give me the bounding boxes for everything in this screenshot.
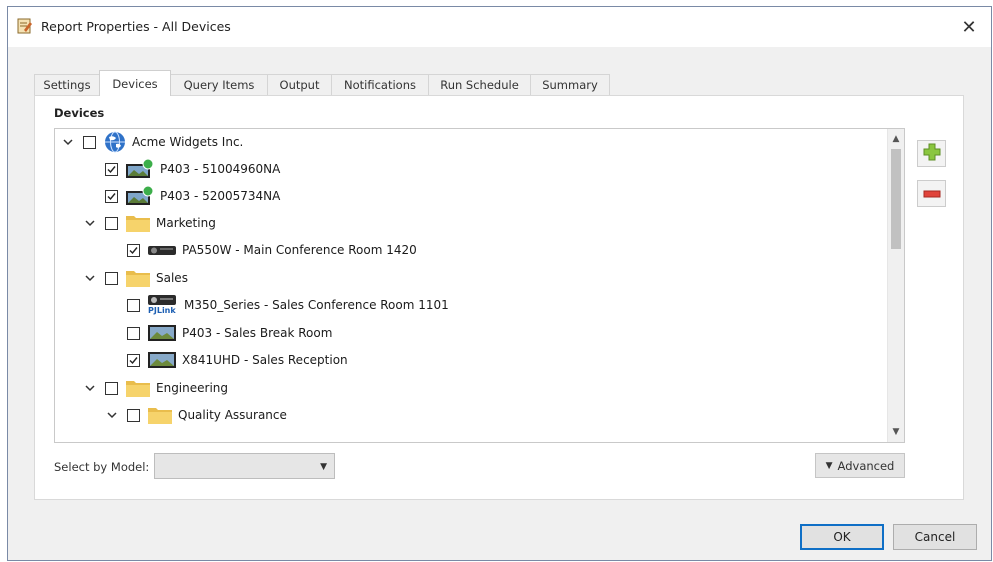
folder-icon xyxy=(126,269,150,287)
tree-item-marketing[interactable]: Marketing xyxy=(83,210,216,236)
projector-image-icon xyxy=(148,325,176,341)
tree-checkbox[interactable] xyxy=(127,298,140,312)
tree-item-acme-widgets[interactable]: Acme Widgets Inc. xyxy=(61,129,243,155)
projector-online-icon xyxy=(126,186,154,206)
tree-item-label: X841UHD - Sales Reception xyxy=(182,353,348,367)
tree-item-label: P403 - Sales Break Room xyxy=(182,326,333,340)
tab-devices[interactable]: Devices xyxy=(99,70,171,96)
plus-icon xyxy=(923,143,941,164)
chevron-down-icon[interactable] xyxy=(83,381,97,395)
device-tree: Acme Widgets Inc. P403 - 51004960NA P403… xyxy=(54,128,905,443)
close-icon: ✕ xyxy=(961,16,977,38)
dropdown-arrow-icon: ▼ xyxy=(320,462,327,472)
pjlink-label: PJLink xyxy=(148,306,176,315)
tree-checkbox[interactable] xyxy=(105,381,118,395)
title-bar: Report Properties - All Devices ✕ xyxy=(8,7,991,47)
tree-item-label: PA550W - Main Conference Room 1420 xyxy=(182,243,417,257)
tree-item-engineering[interactable]: Engineering xyxy=(83,375,228,401)
scroll-down-icon[interactable]: ▼ xyxy=(888,424,904,440)
tree-item-label: P403 - 52005734NA xyxy=(160,189,281,203)
tree-checkbox[interactable] xyxy=(127,408,140,422)
report-properties-dialog: Report Properties - All Devices ✕ Settin… xyxy=(7,6,992,561)
tree-item-sales[interactable]: Sales xyxy=(83,265,188,291)
tree-item-m350-series[interactable]: PJLink M350_Series - Sales Conference Ro… xyxy=(127,292,449,318)
projector-image-icon xyxy=(148,352,176,368)
ok-button[interactable]: OK xyxy=(800,524,884,550)
window-title: Report Properties - All Devices xyxy=(41,19,231,34)
tree-item-pa550w[interactable]: PA550W - Main Conference Room 1420 xyxy=(127,237,417,263)
tree-checkbox[interactable] xyxy=(105,271,118,285)
select-by-model-dropdown[interactable]: ▼ xyxy=(154,453,335,479)
tree-checkbox[interactable] xyxy=(83,135,96,149)
advanced-button[interactable]: ▼ Advanced xyxy=(815,453,905,478)
tree-item-label: P403 - 51004960NA xyxy=(160,162,281,176)
tree-item-quality-assurance[interactable]: Quality Assurance xyxy=(105,402,287,428)
globe-icon xyxy=(104,131,126,153)
projector-online-icon xyxy=(126,159,154,179)
tree-checkbox[interactable] xyxy=(105,189,118,203)
tree-item-p403-51004960na[interactable]: P403 - 51004960NA xyxy=(105,156,280,182)
folder-icon xyxy=(148,406,172,424)
tree-checkbox[interactable] xyxy=(127,243,140,257)
tab-settings[interactable]: Settings xyxy=(34,74,100,95)
devices-section-label: Devices xyxy=(54,106,105,120)
add-device-button[interactable] xyxy=(917,140,946,167)
tree-item-label: Sales xyxy=(156,271,188,285)
tree-item-p403-52005734na[interactable]: P403 - 52005734NA xyxy=(105,183,280,209)
tab-query-items[interactable]: Query Items xyxy=(170,74,268,95)
chevron-down-icon[interactable] xyxy=(105,408,119,422)
folder-icon xyxy=(126,214,150,232)
tab-output[interactable]: Output xyxy=(267,74,332,95)
folder-icon xyxy=(126,379,150,397)
scroll-up-icon[interactable]: ▲ xyxy=(888,131,904,147)
tab-summary[interactable]: Summary xyxy=(530,74,610,95)
tree-item-label: M350_Series - Sales Conference Room 1101 xyxy=(184,298,449,312)
remove-device-button[interactable] xyxy=(917,180,946,207)
report-icon xyxy=(17,18,33,34)
tree-checkbox[interactable] xyxy=(105,216,118,230)
chevron-down-icon[interactable] xyxy=(61,135,75,149)
tree-checkbox[interactable] xyxy=(105,162,118,176)
tab-run-schedule[interactable]: Run Schedule xyxy=(428,74,531,95)
tree-item-p403-sales-break-room[interactable]: P403 - Sales Break Room xyxy=(127,320,332,346)
devices-panel: Devices Acme Widgets Inc. P403 - 5100496… xyxy=(34,95,964,500)
close-button[interactable]: ✕ xyxy=(955,13,983,41)
tree-item-label: Marketing xyxy=(156,216,216,230)
select-by-model-label: Select by Model: xyxy=(54,460,150,474)
pjlink-projector-icon: PJLink xyxy=(148,294,178,316)
chevron-down-icon[interactable] xyxy=(83,216,97,230)
scroll-thumb[interactable] xyxy=(891,149,901,249)
chevron-down-icon[interactable] xyxy=(83,271,97,285)
cancel-button[interactable]: Cancel xyxy=(893,524,977,550)
advanced-button-label: Advanced xyxy=(837,458,895,473)
tree-checkbox[interactable] xyxy=(127,326,140,340)
tree-scrollbar[interactable]: ▲ ▼ xyxy=(887,129,904,442)
tree-checkbox[interactable] xyxy=(127,353,140,367)
tree-item-label: Acme Widgets Inc. xyxy=(132,135,244,149)
tree-item-label: Quality Assurance xyxy=(178,408,287,422)
dropdown-triangle-icon: ▼ xyxy=(825,460,833,471)
tree-item-label: Engineering xyxy=(156,381,228,395)
tab-notifications[interactable]: Notifications xyxy=(331,74,429,95)
tree-item-x841uhd[interactable]: X841UHD - Sales Reception xyxy=(127,347,348,373)
minus-icon xyxy=(923,187,941,201)
projector-icon xyxy=(148,243,176,257)
